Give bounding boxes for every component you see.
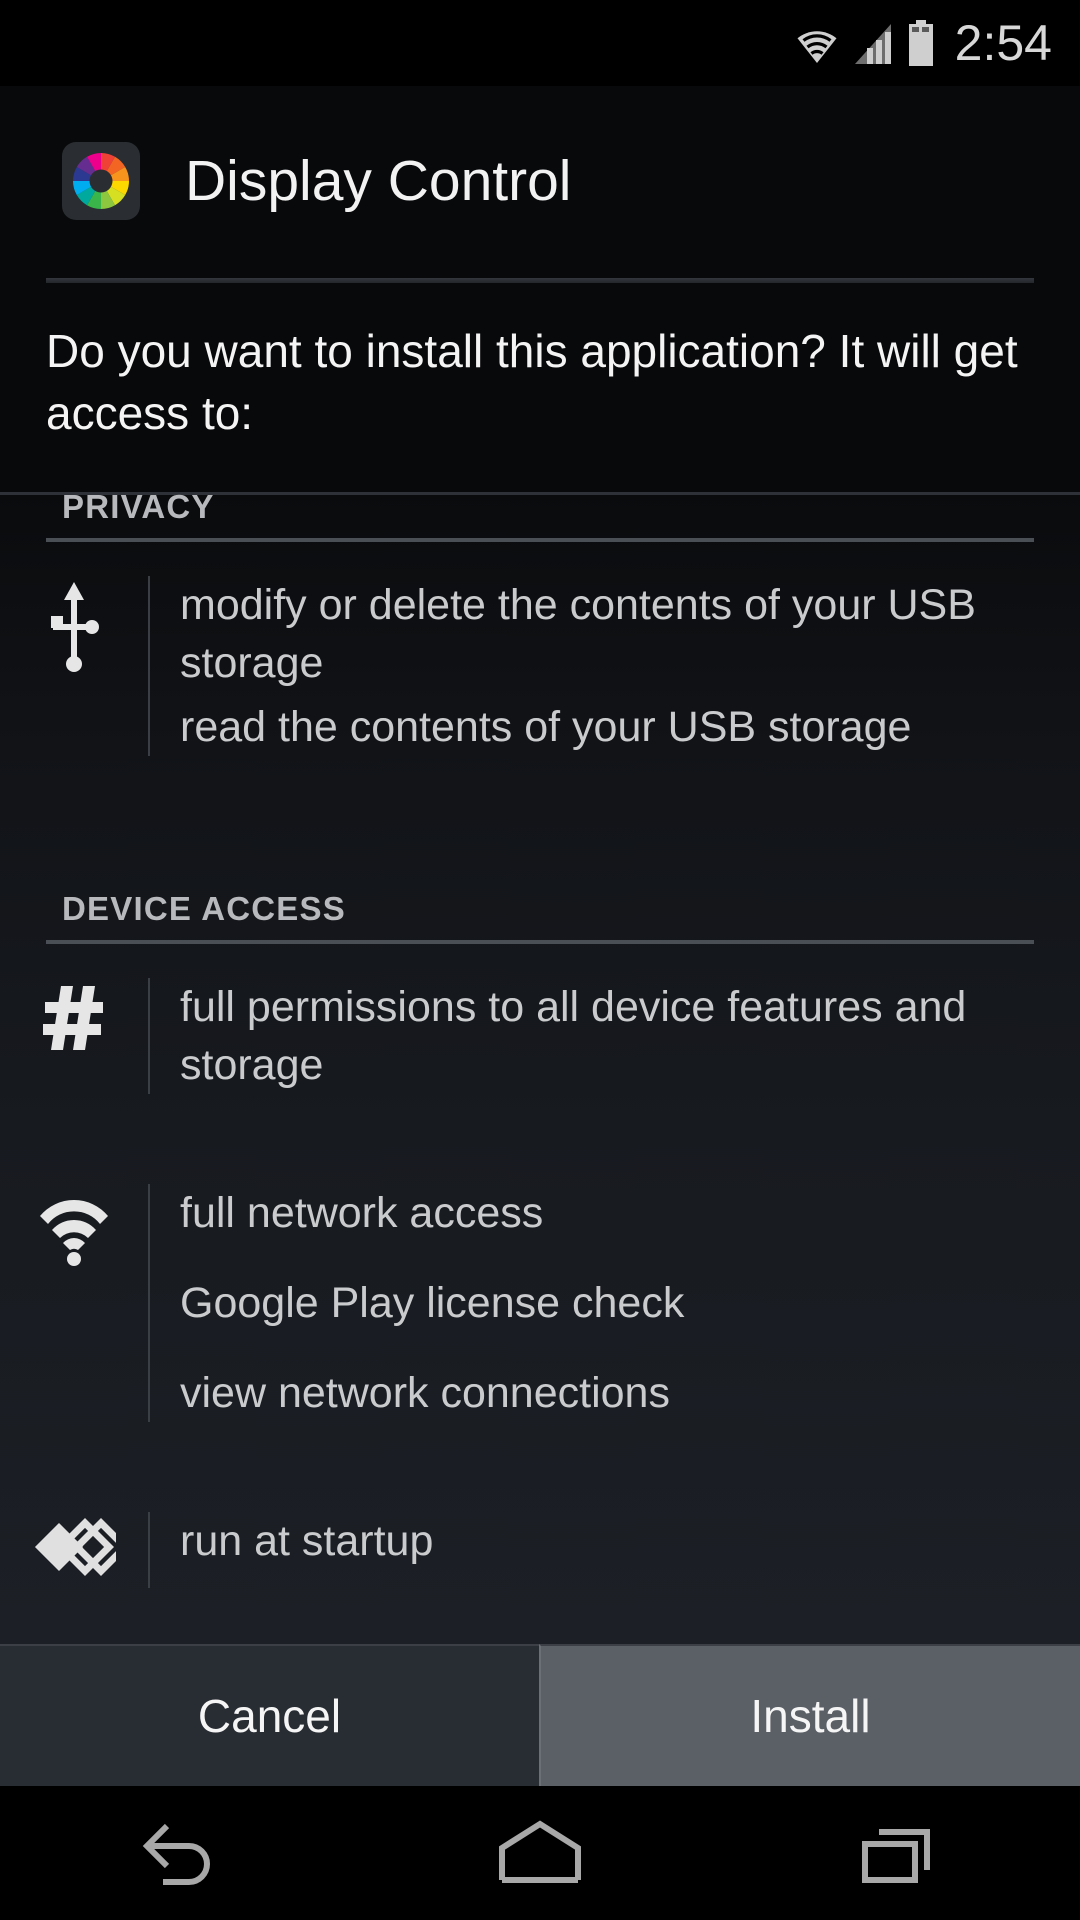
usb-icon	[0, 576, 148, 756]
recents-button[interactable]	[800, 1786, 1000, 1920]
install-prompt-text: Do you want to install this application?…	[46, 325, 1018, 439]
permission-line: read the contents of your USB storage	[180, 703, 912, 751]
recents-icon	[862, 1829, 930, 1883]
section-header-privacy: PRIVACY	[62, 492, 215, 525]
status-bar-icons	[793, 20, 935, 66]
system-navigation-bar	[0, 1786, 1080, 1920]
home-icon	[499, 1820, 581, 1883]
wifi-signal-icon	[0, 1184, 148, 1422]
permission-group-usb: modify or delete the contents of your US…	[0, 542, 1080, 812]
android-install-permissions-screen: 2:54 Display Control Do you want to inst…	[0, 0, 1080, 1920]
battery-icon	[908, 20, 933, 66]
section-header-device-access: DEVICE ACCESS	[62, 890, 346, 927]
dialog-button-bar: Cancel Install	[0, 1644, 1080, 1786]
hash-icon	[0, 978, 148, 1094]
permission-line: full network access	[180, 1189, 544, 1237]
run-at-startup-icon	[0, 1512, 148, 1588]
permission-group-startup: run at startup	[0, 1478, 1080, 1598]
back-button[interactable]	[80, 1786, 280, 1920]
permission-group-device-features: full permissions to all device features …	[0, 944, 1080, 1150]
status-bar-clock: 2:54	[954, 15, 1052, 71]
install-button[interactable]: Install	[539, 1644, 1080, 1786]
permission-line: full permissions to all device features …	[180, 983, 967, 1089]
wifi-icon	[794, 27, 839, 64]
permission-text-group: modify or delete the contents of your US…	[150, 576, 1080, 756]
back-icon	[142, 1823, 210, 1885]
home-button[interactable]	[440, 1786, 640, 1920]
permission-line: Google Play license check	[180, 1279, 685, 1327]
cancel-button[interactable]: Cancel	[0, 1644, 539, 1786]
status-bar: 2:54	[0, 0, 1080, 86]
header-divider	[46, 278, 1034, 283]
color-wheel-icon	[62, 142, 140, 220]
permission-text-group: full permissions to all device features …	[150, 978, 1080, 1094]
permission-line: modify or delete the contents of your US…	[180, 581, 976, 687]
permission-text-group: full network access Google Play license …	[150, 1184, 1080, 1422]
permission-group-network: full network access Google Play license …	[0, 1150, 1080, 1478]
cellular-signal-icon	[854, 24, 891, 64]
permission-line: run at startup	[180, 1517, 434, 1565]
permission-text-group: run at startup	[150, 1512, 1080, 1588]
permissions-scroll-area[interactable]: PRIVACY modify or delete the contents of…	[0, 492, 1080, 1644]
permission-line: view network connections	[180, 1369, 670, 1417]
page-title: Display Control	[185, 149, 572, 213]
app-header: Display Control	[0, 86, 1080, 276]
